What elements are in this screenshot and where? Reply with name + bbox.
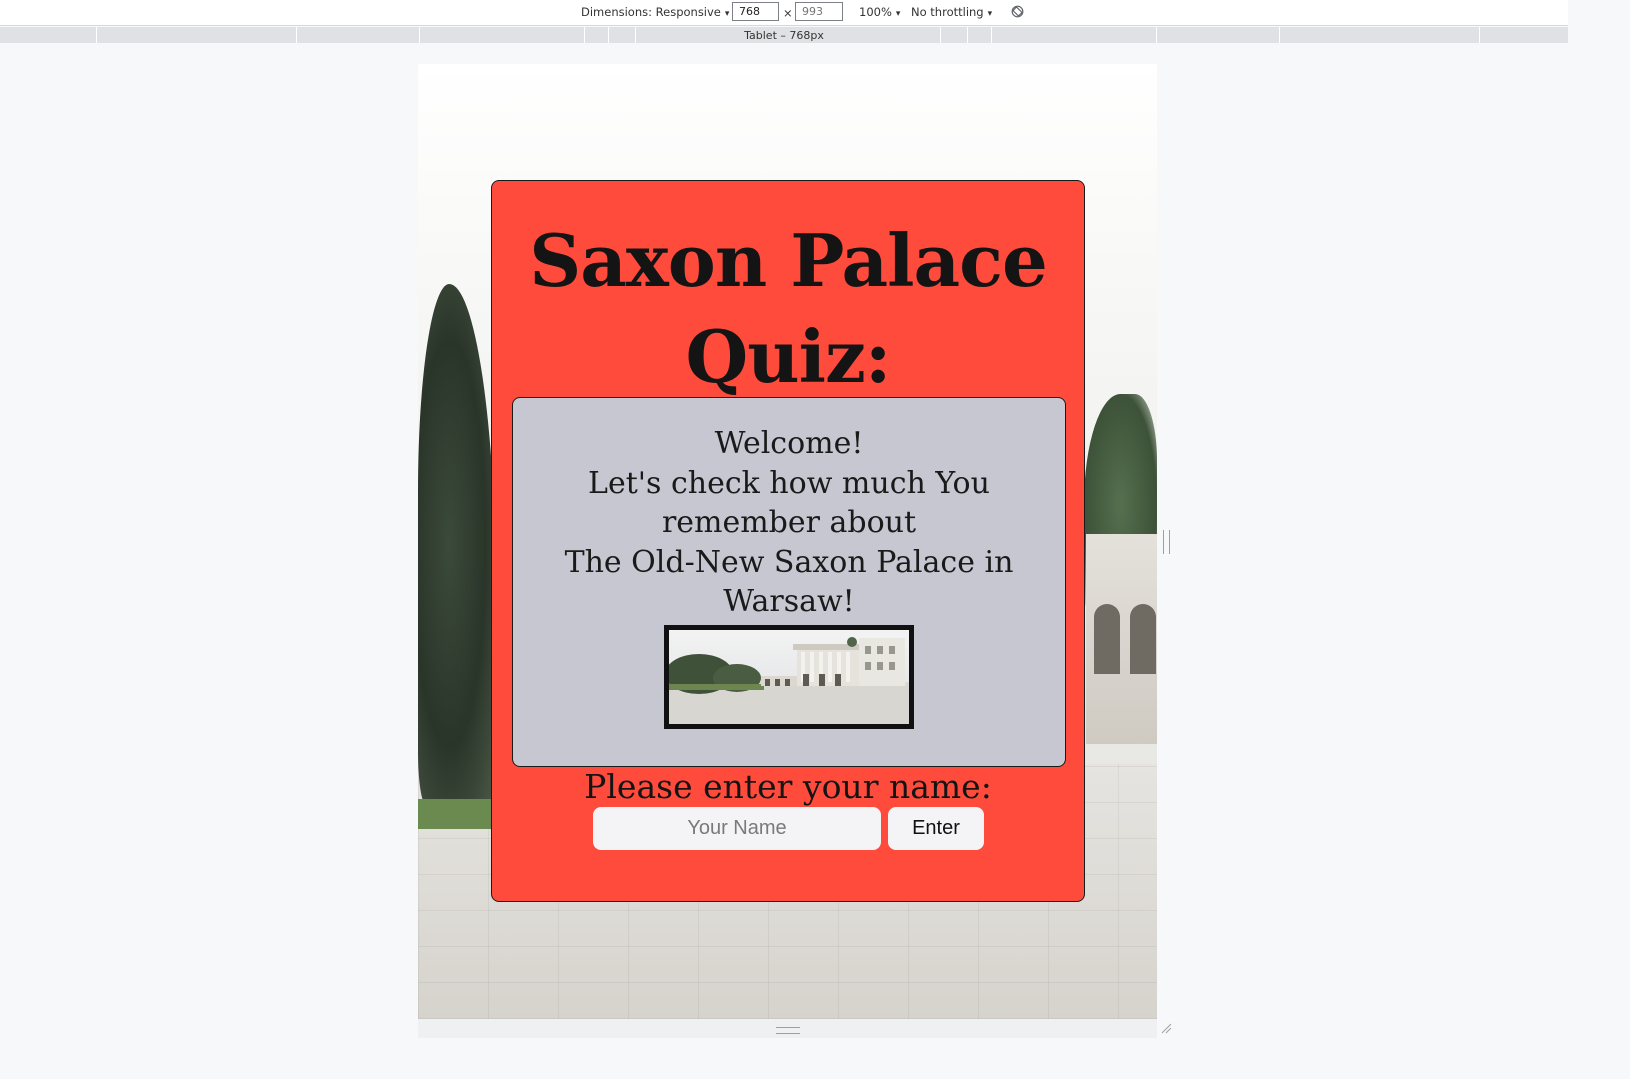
saxon-palace-photo	[664, 625, 914, 729]
zoom-label: 100%	[859, 5, 892, 19]
dimensions-label: Dimensions: Responsive	[581, 5, 721, 19]
welcome-line: The Old-New Saxon Palace in Warsaw!	[564, 544, 1014, 620]
media-query-bar[interactable]: Tablet – 768px	[0, 27, 1568, 43]
enter-button[interactable]: Enter	[888, 807, 984, 850]
welcome-box: Welcome! Let's check how much You rememb…	[512, 397, 1066, 767]
quiz-title: Saxon Palace Quiz:	[529, 218, 1048, 399]
background-grass	[418, 799, 498, 829]
background-palace-colonnade	[1086, 534, 1157, 744]
resize-handle-bottom[interactable]	[776, 1027, 800, 1034]
viewport-height-input[interactable]	[795, 2, 843, 21]
media-query-label: Tablet – 768px	[744, 29, 824, 42]
devtools-device-toolbar: Dimensions: Responsive▾ × 100%▾ No throt…	[0, 0, 1568, 26]
name-prompt: Please enter your name:	[584, 767, 992, 806]
throttling-dropdown[interactable]: No throttling ▾	[911, 5, 992, 19]
quiz-card: Saxon Palace Quiz: Welcome! Let's check …	[491, 180, 1085, 902]
resize-corner-icon[interactable]	[1160, 1022, 1172, 1034]
rotate-icon[interactable]	[1011, 5, 1024, 18]
caret-down-icon: ▾	[895, 9, 901, 19]
background-tree-left	[418, 284, 496, 804]
zoom-dropdown[interactable]: 100% ▾	[859, 5, 900, 19]
welcome-line: Let's check how much You remember about	[588, 465, 990, 541]
caret-down-icon: ▾	[987, 9, 993, 19]
dimensions-dropdown[interactable]: Dimensions: Responsive ▾	[581, 5, 729, 19]
welcome-line: Welcome!	[714, 426, 864, 461]
throttling-label: No throttling	[911, 5, 984, 19]
colonnade-arch	[1130, 604, 1156, 674]
times-sign: ×	[783, 6, 793, 20]
viewport-width-input[interactable]	[732, 2, 779, 21]
resize-handle-right[interactable]	[1163, 530, 1170, 554]
colonnade-arch	[1094, 604, 1120, 674]
caret-down-icon: ▾	[724, 9, 730, 19]
name-input[interactable]	[593, 807, 881, 850]
welcome-text: Welcome! Let's check how much You rememb…	[523, 424, 1055, 622]
